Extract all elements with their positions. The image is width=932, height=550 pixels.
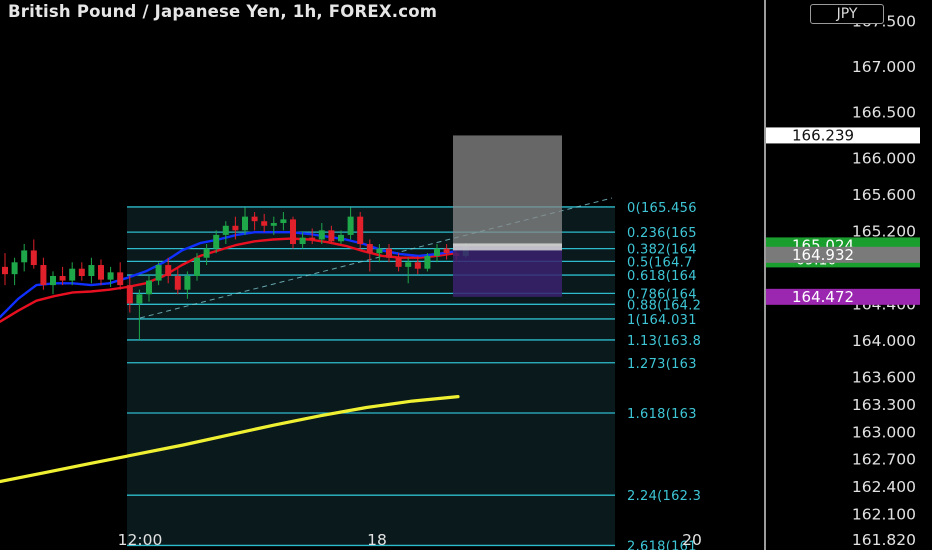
fib-label: 1(164.031 (627, 313, 697, 328)
candle-body (88, 265, 95, 276)
candle-body (213, 234, 220, 249)
candle-body (126, 285, 133, 304)
candle-body (107, 272, 114, 280)
price-tag-label: 164.472 (792, 288, 854, 306)
candle-body (50, 276, 56, 286)
price-tag-label: 166.239 (792, 126, 854, 144)
candle-body (424, 255, 431, 269)
stop-zone (453, 246, 562, 297)
axis-tick-label: 165.600 (852, 186, 916, 204)
axis-tick-label: 166.000 (852, 149, 916, 167)
candle-body (376, 248, 383, 254)
candle-body (78, 268, 85, 276)
candle-body (434, 248, 440, 256)
fib-label: 0.618(164 (627, 269, 697, 284)
candle-body (30, 250, 37, 266)
axis-tick-label: 162.100 (852, 505, 916, 523)
time-tick-label: 12:00 (118, 531, 163, 549)
fib-label: 2.24(162.3 (627, 489, 701, 504)
fib-label: 1.13(163.8 (627, 334, 701, 349)
fib-labels: 0(165.4560.236(1650.382(1640.5(164.70.61… (627, 201, 701, 550)
axis-tick-label: 163.000 (852, 423, 916, 441)
axis-tick-label: 161.820 (852, 531, 916, 549)
entry-band (453, 243, 562, 251)
candle-body (270, 223, 277, 226)
price-chart[interactable]: 0(165.4560.236(1650.382(1640.5(164.70.61… (0, 0, 932, 550)
candle-body (98, 265, 104, 280)
candle-body (280, 219, 287, 224)
time-tick-label: 18 (367, 531, 387, 549)
time-tick-label: 20 (682, 531, 702, 549)
fib-label: 0(165.456 (627, 201, 697, 216)
candle-body (146, 280, 152, 295)
candle-body (194, 257, 200, 276)
axis-tick-label: 166.500 (852, 104, 916, 122)
price-axis: 167.500167.000166.500166.000165.600165.2… (764, 0, 916, 550)
candle-body (366, 244, 373, 254)
candle-body (395, 257, 402, 267)
candle-body (386, 248, 392, 258)
axis-tick-label: 163.600 (852, 368, 916, 386)
candle-body (261, 221, 268, 226)
fib-label: 0.236(165 (627, 226, 697, 241)
candle-body (117, 272, 124, 286)
candle-body (309, 237, 316, 240)
candle-body (347, 216, 354, 235)
candle-body (338, 234, 344, 242)
axis-tick-label: 164.000 (852, 332, 916, 350)
candle-body (59, 276, 66, 281)
candle-body (165, 265, 172, 276)
candle-body (328, 230, 335, 242)
candle-body (69, 268, 76, 281)
axis-tick-label: 162.700 (852, 451, 916, 469)
candle-body (290, 219, 296, 245)
candle-body (242, 216, 248, 231)
candle-body (21, 250, 28, 263)
candle-body (443, 248, 450, 254)
candle-body (2, 266, 8, 275)
position-tool (453, 135, 562, 297)
candle-body (318, 230, 325, 240)
price-tag-label: 164.932 (792, 246, 854, 264)
currency-button[interactable]: JPY (810, 4, 884, 24)
candle-body (40, 265, 47, 286)
candle-body (184, 276, 191, 290)
candle-body (155, 265, 162, 281)
candle-body (251, 216, 258, 222)
candle-body (174, 276, 181, 290)
fib-label: 1.618(163 (627, 407, 697, 422)
candle-body (405, 262, 412, 267)
target-zone (453, 135, 562, 247)
candle-body (11, 262, 18, 275)
candle-body (299, 237, 306, 245)
candle-body (136, 294, 143, 304)
candle-body (232, 225, 239, 231)
candle-body (414, 262, 421, 269)
axis-tick-label: 162.400 (852, 478, 916, 496)
axis-tick-label: 163.300 (852, 396, 916, 414)
candle-body (357, 216, 364, 245)
candle-body (222, 225, 229, 235)
candle-body (203, 248, 210, 258)
chart-title: British Pound / Japanese Yen, 1h, FOREX.… (8, 2, 438, 21)
axis-tick-label: 167.000 (852, 58, 916, 76)
fib-label: 1.273(163 (627, 357, 697, 372)
fib-label: 0.88(164.2 (627, 298, 701, 313)
